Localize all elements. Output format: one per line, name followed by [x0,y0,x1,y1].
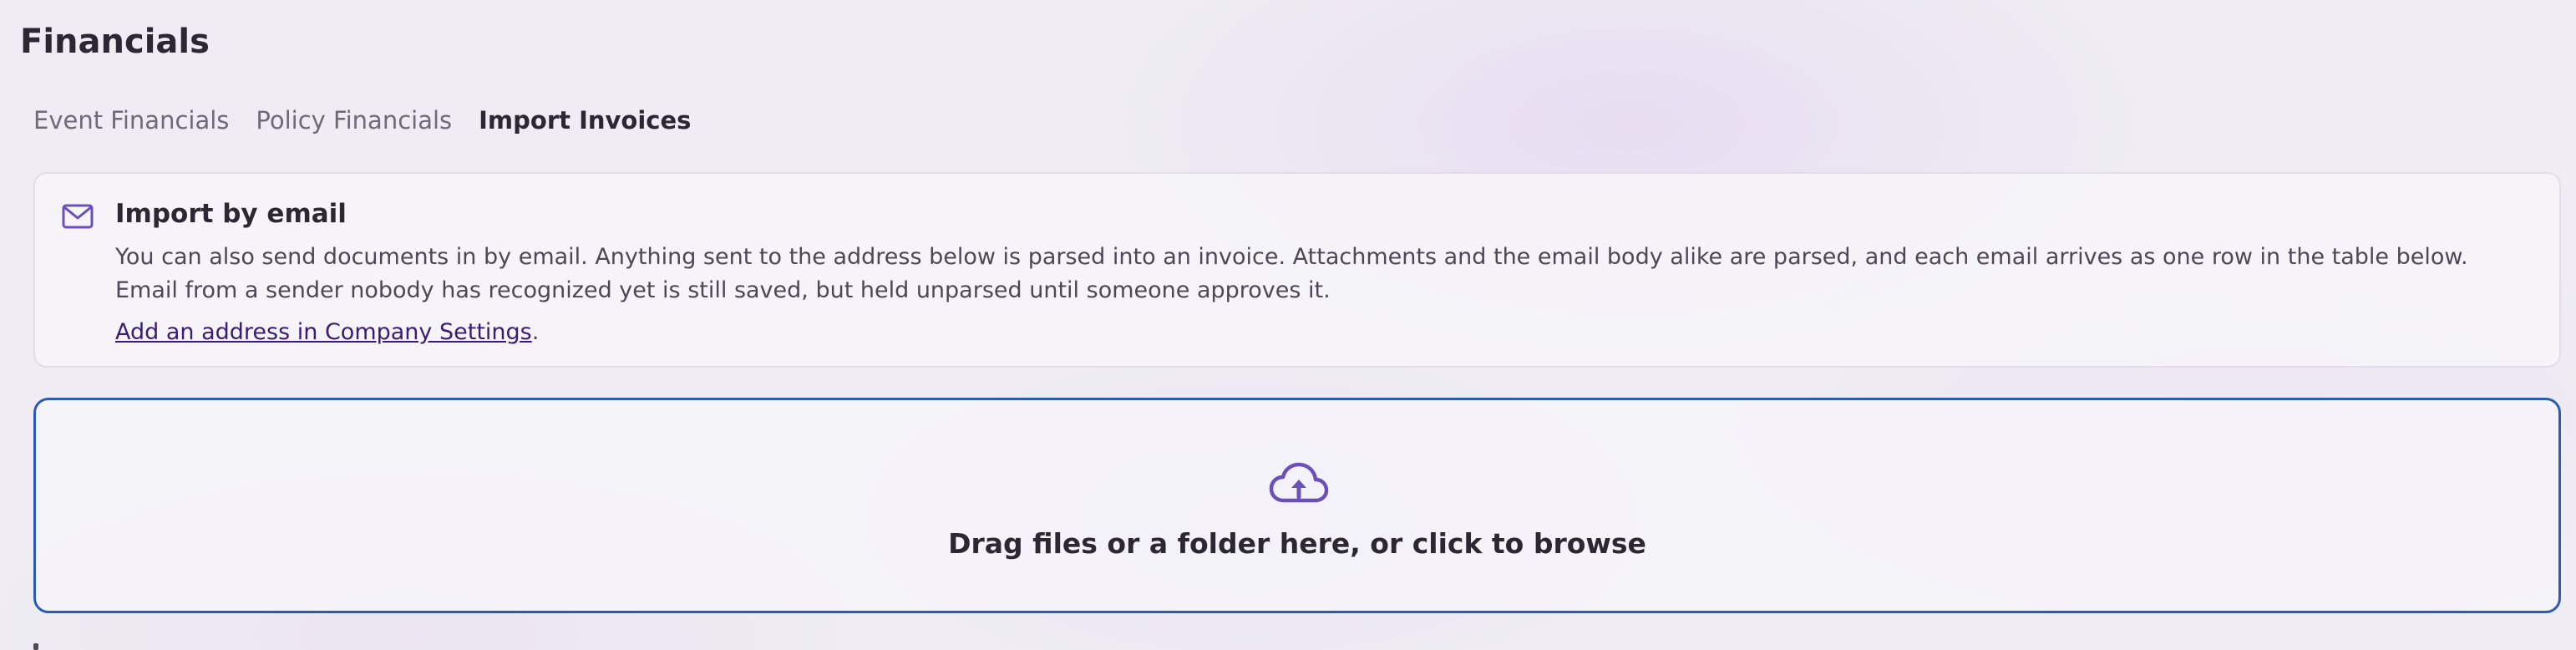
cut-off-content [33,643,38,650]
dropzone-label: Drag files or a folder here, or click to… [948,527,1646,560]
page-title: Financials [20,23,210,61]
tab-import-invoices[interactable]: Import Invoices [479,99,691,142]
add-address-link[interactable]: Add an address in Company Settings [115,319,532,345]
company-settings-line: Add an address in Company Settings. [115,316,539,349]
import-by-email-card: Import by email You can also send docume… [33,172,2561,368]
mail-icon [62,204,94,229]
link-suffix: . [531,319,540,345]
tab-event-financials[interactable]: Event Financials [33,99,229,142]
import-by-email-description: You can also send documents in by email.… [115,244,2468,303]
file-dropzone[interactable]: Drag files or a folder here, or click to… [33,398,2561,613]
tab-policy-financials[interactable]: Policy Financials [256,99,452,142]
financials-tabs: Event Financials Policy Financials Impor… [33,99,691,142]
cloud-upload-icon [1269,462,1329,503]
import-by-email-title: Import by email [115,199,347,229]
